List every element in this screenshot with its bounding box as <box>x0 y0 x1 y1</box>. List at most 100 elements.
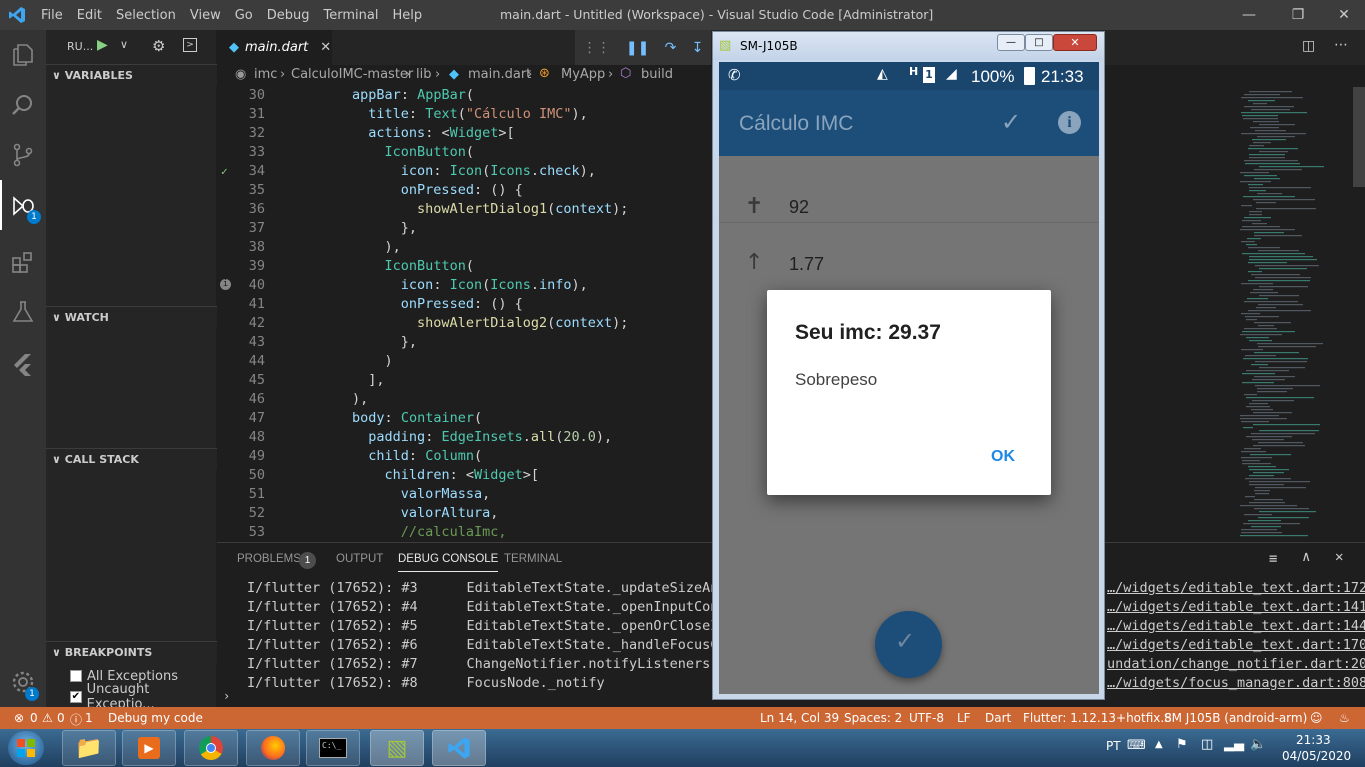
breadcrumb-item[interactable]: lib <box>416 67 431 82</box>
feedback-icon[interactable]: ☺ <box>1310 711 1323 725</box>
clock-date[interactable]: 04/05/2020 <box>1282 749 1351 763</box>
warning-count[interactable]: 0 <box>57 711 65 725</box>
watch-section-header[interactable]: ∨ WATCH <box>46 306 217 328</box>
taskbar-firefox[interactable] <box>246 730 300 766</box>
menu-selection[interactable]: Selection <box>109 8 183 23</box>
emulator-title-bar[interactable]: ▧ SM-J105B — □ ✕ <box>713 32 1104 60</box>
emulator-close-button[interactable]: ✕ <box>1053 34 1097 51</box>
dialog-ok-button[interactable]: OK <box>985 446 1021 468</box>
breadcrumb-item[interactable]: build <box>641 67 673 82</box>
emulator-maximize-button[interactable]: □ <box>1025 34 1053 51</box>
explorer-icon[interactable] <box>0 30 46 80</box>
taskbar-cmd[interactable]: C:\_ <box>306 730 360 766</box>
run-config-label[interactable]: RU... <box>67 40 93 53</box>
minimap[interactable] <box>1230 87 1365 542</box>
console-source-link[interactable]: …/widgets/editable_text.dart:1415 <box>1107 599 1365 615</box>
debug-console-icon[interactable]: > <box>183 38 197 52</box>
close-window-button[interactable]: ✕ <box>1333 4 1355 26</box>
taskbar-explorer[interactable]: 📁 <box>62 730 116 766</box>
emulator-minimize-button[interactable]: — <box>997 34 1025 51</box>
encoding-status[interactable]: UTF-8 <box>909 711 944 725</box>
testing-flask-icon[interactable] <box>0 287 46 337</box>
scrollbar-thumb[interactable] <box>1353 87 1365 187</box>
taskbar-media-player[interactable]: ▶ <box>122 730 176 766</box>
console-source-link[interactable]: …/widgets/focus_manager.dart:808 <box>1107 675 1365 691</box>
search-icon[interactable] <box>0 80 46 130</box>
debug-icon[interactable]: 1 <box>0 180 46 230</box>
restore-button[interactable]: ❐ <box>1287 4 1309 26</box>
tab-problems[interactable]: PROBLEMS <box>237 553 301 565</box>
menu-file[interactable]: File <box>34 8 70 23</box>
step-into-icon[interactable]: ↧ <box>692 40 704 56</box>
console-source-link[interactable]: …/widgets/editable_text.dart:1707 <box>1107 637 1365 653</box>
taskbar-chrome[interactable] <box>184 730 238 766</box>
menu-debug[interactable]: Debug <box>260 8 317 23</box>
flutter-icon[interactable] <box>0 340 46 390</box>
menu-help[interactable]: Help <box>385 8 429 23</box>
tab-terminal[interactable]: TERMINAL <box>504 553 562 565</box>
breakpoint-item[interactable]: ✔ Uncaught Exceptio... <box>70 682 217 712</box>
console-source-link[interactable]: …/widgets/editable_text.dart:1729 <box>1107 580 1365 596</box>
source-control-icon[interactable] <box>0 130 46 180</box>
show-hidden-icons-icon[interactable]: ▲ <box>1155 739 1163 750</box>
breadcrumb-item[interactable]: MyApp <box>561 67 605 82</box>
language-indicator[interactable]: PT <box>1106 739 1121 753</box>
menu-go[interactable]: Go <box>228 8 260 23</box>
info-icon[interactable]: i <box>1058 111 1081 134</box>
start-button[interactable] <box>8 731 44 765</box>
more-actions-icon[interactable]: ⋯ <box>1334 37 1348 53</box>
menu-terminal[interactable]: Terminal <box>317 8 386 23</box>
close-tab-icon[interactable]: ✕ <box>320 40 331 55</box>
extensions-icon[interactable] <box>0 237 46 287</box>
debug-config-status[interactable]: Debug my code <box>108 711 203 725</box>
minimize-button[interactable]: — <box>1238 4 1260 26</box>
settings-gear-icon[interactable]: 1 <box>0 657 46 707</box>
split-editor-icon[interactable]: ◫ <box>1302 38 1315 54</box>
height-value[interactable]: 1.77 <box>789 254 824 275</box>
console-source-link[interactable]: undation/change_notifier.dart:206 <box>1107 656 1365 672</box>
code-editor[interactable]: 30 31 32 33 34 35 36 37 38 39 40 41 42 43 44 45 46 47 48 49… <box>217 87 710 542</box>
config-dropdown-chevron-icon[interactable]: ∨ <box>120 38 128 51</box>
taskbar-vscode[interactable] <box>432 730 486 766</box>
cursor-position[interactable]: Ln 14, Col 39 <box>760 711 839 725</box>
breakpoints-section-header[interactable]: ∨ BREAKPOINTS <box>46 641 217 663</box>
breadcrumb-item[interactable]: main.dart <box>468 67 531 82</box>
taskbar-android-studio[interactable]: ▧ <box>370 730 424 766</box>
callstack-section-header[interactable]: ∨ CALL STACK <box>46 448 217 470</box>
drag-handle-icon[interactable]: ⋮⋮ <box>583 40 611 56</box>
language-mode[interactable]: Dart <box>985 711 1011 725</box>
step-over-icon[interactable]: ↷ <box>665 40 677 56</box>
tab-debug-console[interactable]: DEBUG CONSOLE <box>398 553 499 572</box>
check-icon[interactable]: ✓ <box>1001 108 1021 136</box>
flutter-version[interactable]: Flutter: 1.12.13+hotfix.8 <box>1023 711 1172 725</box>
menu-view[interactable]: View <box>183 8 228 23</box>
clock-time[interactable]: 21:33 <box>1296 733 1331 747</box>
error-count[interactable]: 0 <box>30 711 38 725</box>
checkbox-unchecked[interactable] <box>70 670 82 682</box>
checkbox-checked[interactable]: ✔ <box>70 691 82 703</box>
tab-output[interactable]: OUTPUT <box>336 553 383 565</box>
info-count[interactable]: 1 <box>85 711 93 725</box>
fab-check-button[interactable]: ✓ <box>875 611 942 678</box>
eol-status[interactable]: LF <box>957 711 971 725</box>
action-center-flag-icon[interactable]: ⚑ <box>1176 737 1188 752</box>
clear-console-icon[interactable]: ≡ <box>1269 551 1277 567</box>
notifications-bell-icon[interactable]: ♨ <box>1339 711 1350 725</box>
keyboard-icon[interactable]: ⌨ <box>1127 738 1146 753</box>
config-gear-icon[interactable]: ⚙ <box>152 37 165 55</box>
weight-value[interactable]: 92 <box>789 197 809 218</box>
close-panel-icon[interactable]: ✕ <box>1335 549 1343 565</box>
breadcrumb-item[interactable]: CalculoIMC-master <box>291 67 413 82</box>
breadcrumb-item[interactable]: imc <box>254 67 277 82</box>
maximize-panel-icon[interactable]: ∧ <box>1302 549 1310 565</box>
device-selector[interactable]: SM J105B (android-arm) <box>1164 711 1307 725</box>
menu-edit[interactable]: Edit <box>70 8 109 23</box>
variables-section-header[interactable]: ∨ VARIABLES <box>46 64 217 86</box>
volume-icon[interactable]: 🔈 <box>1250 737 1266 752</box>
console-source-link[interactable]: …/widgets/editable_text.dart:1441 <box>1107 618 1365 634</box>
tab-main-dart[interactable]: ◆ main.dart ✕ <box>217 30 332 65</box>
network-signal-icon[interactable]: ▂▄ <box>1224 737 1244 752</box>
indentation-status[interactable]: Spaces: 2 <box>844 711 902 725</box>
devices-icon[interactable]: ◫ <box>1201 737 1213 752</box>
pause-icon[interactable]: ❚❚ <box>626 40 649 56</box>
